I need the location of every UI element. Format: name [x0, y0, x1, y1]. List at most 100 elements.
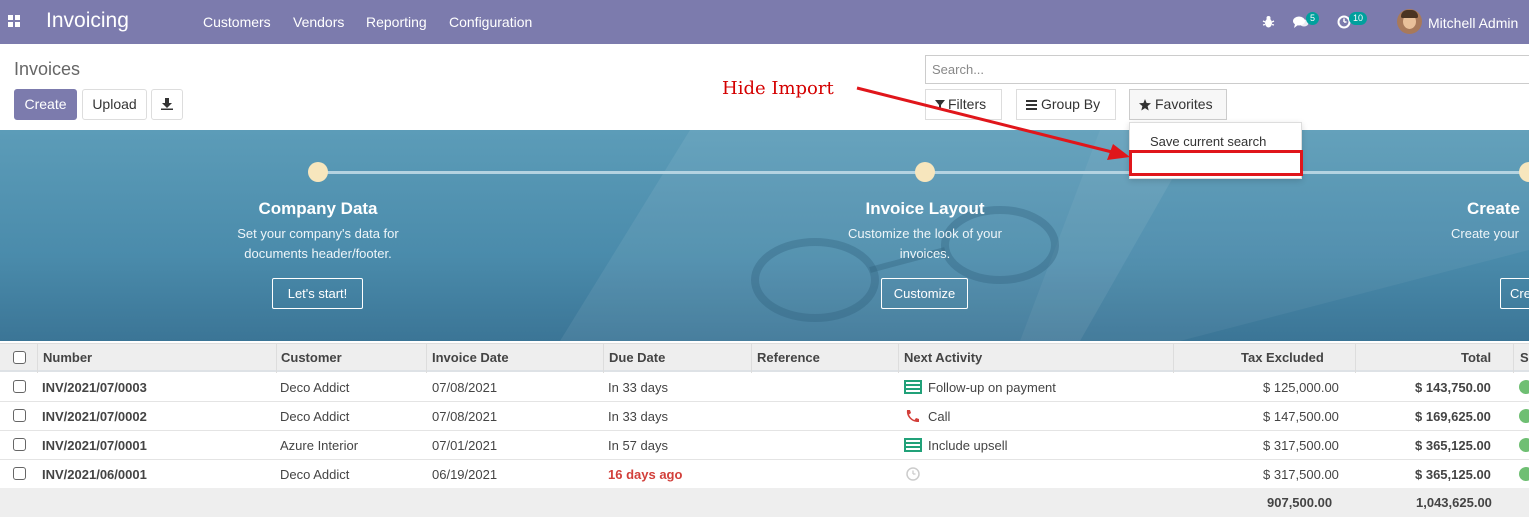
tax-excluded: $ 317,500.00 [1263, 467, 1339, 482]
customer-name: Deco Addict [280, 380, 350, 395]
clock-icon[interactable] [904, 467, 922, 481]
payment-status-badge [1519, 409, 1529, 423]
menu-reporting[interactable]: Reporting [366, 14, 427, 30]
col-tax-excluded[interactable]: Tax Excluded [1241, 350, 1324, 365]
apps-menu-icon[interactable] [8, 15, 20, 27]
table-row[interactable]: INV/2021/07/0003 Deco Addict 07/08/2021 … [0, 373, 1529, 402]
total-amount: $ 365,125.00 [1415, 467, 1491, 482]
step-desc-company-data: Set your company's data for documents hea… [237, 226, 399, 261]
annotation-highlight-box [1129, 150, 1303, 176]
step-desc-create: Create your [1451, 226, 1519, 241]
step-title-company-data: Company Data [258, 199, 378, 218]
col-due-date[interactable]: Due Date [609, 350, 665, 365]
col-invoice-date[interactable]: Invoice Date [432, 350, 509, 365]
invoice-date: 06/19/2021 [432, 467, 498, 482]
due-date: In 33 days [608, 380, 668, 395]
due-date-overdue: 16 days ago [608, 467, 683, 482]
star-icon [1139, 99, 1151, 111]
invoice-date: 07/08/2021 [432, 409, 498, 424]
col-customer[interactable]: Customer [281, 350, 342, 365]
total-amount: $ 143,750.00 [1415, 380, 1491, 395]
search-input[interactable]: Search... [925, 55, 1529, 84]
favorites-button[interactable]: Favorites [1129, 89, 1227, 120]
phone-icon[interactable] [904, 409, 922, 423]
payment-status-badge [1519, 380, 1529, 394]
group-by-button[interactable]: Group By [1016, 89, 1116, 120]
customize-button[interactable]: Customize [881, 278, 968, 309]
col-total[interactable]: Total [1461, 350, 1491, 365]
activities-button[interactable]: 10 [1337, 0, 1373, 44]
table-header: Number Customer Invoice Date Due Date Re… [0, 343, 1529, 373]
invoice-date: 07/08/2021 [432, 380, 498, 395]
menu-configuration[interactable]: Configuration [449, 14, 532, 30]
activities-badge: 10 [1349, 12, 1368, 25]
select-all-checkbox[interactable] [13, 351, 26, 364]
lets-start-button[interactable]: Let's start! [272, 278, 363, 309]
customer-name: Deco Addict [280, 409, 350, 424]
filters-label: Filters [948, 96, 987, 112]
todo-icon[interactable] [904, 438, 922, 452]
payment-status-badge [1519, 438, 1529, 452]
step-desc-invoice-layout: Customize the look of your invoices. [848, 226, 1002, 261]
debug-bug-icon[interactable] [1262, 0, 1276, 44]
invoice-number: INV/2021/07/0001 [42, 438, 147, 453]
next-activity: Call [928, 409, 951, 424]
invoice-number: INV/2021/06/0001 [42, 467, 147, 482]
create-step-button[interactable]: Cre [1500, 278, 1529, 309]
step-title-create: Create [1467, 199, 1520, 218]
download-icon [161, 98, 173, 110]
messages-button[interactable]: 5 [1293, 0, 1323, 44]
customer-name: Azure Interior [280, 438, 359, 453]
col-status[interactable]: S [1520, 350, 1529, 365]
menu-vendors[interactable]: Vendors [293, 14, 344, 30]
annotation-label: Hide Import [722, 78, 834, 99]
filters-button[interactable]: Filters [925, 89, 1002, 120]
messages-badge: 5 [1306, 12, 1320, 25]
list-icon [1026, 100, 1037, 110]
col-number[interactable]: Number [43, 350, 92, 365]
step-dot-company-data [308, 162, 328, 182]
user-avatar[interactable] [1397, 9, 1422, 34]
save-current-search-item[interactable]: Save current search [1150, 134, 1266, 149]
total-amount: $ 169,625.00 [1415, 409, 1491, 424]
tax-excluded: $ 125,000.00 [1263, 380, 1339, 395]
download-button[interactable] [151, 89, 183, 120]
row-checkbox[interactable] [13, 380, 26, 393]
due-date: In 57 days [608, 438, 668, 453]
next-activity: Include upsell [928, 438, 1008, 453]
page-title: Invoices [14, 59, 81, 79]
create-button[interactable]: Create [14, 89, 77, 120]
row-checkbox[interactable] [13, 438, 26, 451]
table-footer-totals: 907,500.00 1,043,625.00 [0, 488, 1529, 517]
step-dot-invoice-layout [915, 162, 935, 182]
col-reference[interactable]: Reference [757, 350, 820, 365]
row-checkbox[interactable] [13, 409, 26, 422]
table-row[interactable]: INV/2021/07/0002 Deco Addict 07/08/2021 … [0, 402, 1529, 431]
table-row[interactable]: INV/2021/07/0001 Azure Interior 07/01/20… [0, 431, 1529, 460]
next-activity: Follow-up on payment [928, 380, 1056, 395]
due-date: In 33 days [608, 409, 668, 424]
favorites-label: Favorites [1155, 96, 1213, 112]
invoice-number: INV/2021/07/0002 [42, 409, 147, 424]
top-navbar: Invoicing Customers Vendors Reporting Co… [0, 0, 1529, 44]
tax-excluded: $ 147,500.00 [1263, 409, 1339, 424]
step-title-invoice-layout: Invoice Layout [865, 199, 985, 218]
tax-excluded: $ 317,500.00 [1263, 438, 1339, 453]
app-brand[interactable]: Invoicing [46, 9, 129, 33]
row-checkbox[interactable] [13, 467, 26, 480]
upload-button[interactable]: Upload [82, 89, 147, 120]
table-row[interactable]: INV/2021/06/0001 Deco Addict 06/19/2021 … [0, 460, 1529, 489]
user-name[interactable]: Mitchell Admin [1428, 15, 1518, 31]
col-next-activity[interactable]: Next Activity [904, 350, 982, 365]
invoice-date: 07/01/2021 [432, 438, 498, 453]
menu-customers[interactable]: Customers [203, 14, 271, 30]
group-by-label: Group By [1041, 96, 1101, 112]
payment-status-badge [1519, 467, 1529, 481]
sum-total: 1,043,625.00 [1416, 495, 1492, 510]
total-amount: $ 365,125.00 [1415, 438, 1491, 453]
customer-name: Deco Addict [280, 467, 350, 482]
todo-icon[interactable] [904, 380, 922, 394]
filter-icon [935, 100, 945, 110]
invoice-number: INV/2021/07/0003 [42, 380, 147, 395]
sum-tax-excluded: 907,500.00 [1267, 495, 1333, 510]
